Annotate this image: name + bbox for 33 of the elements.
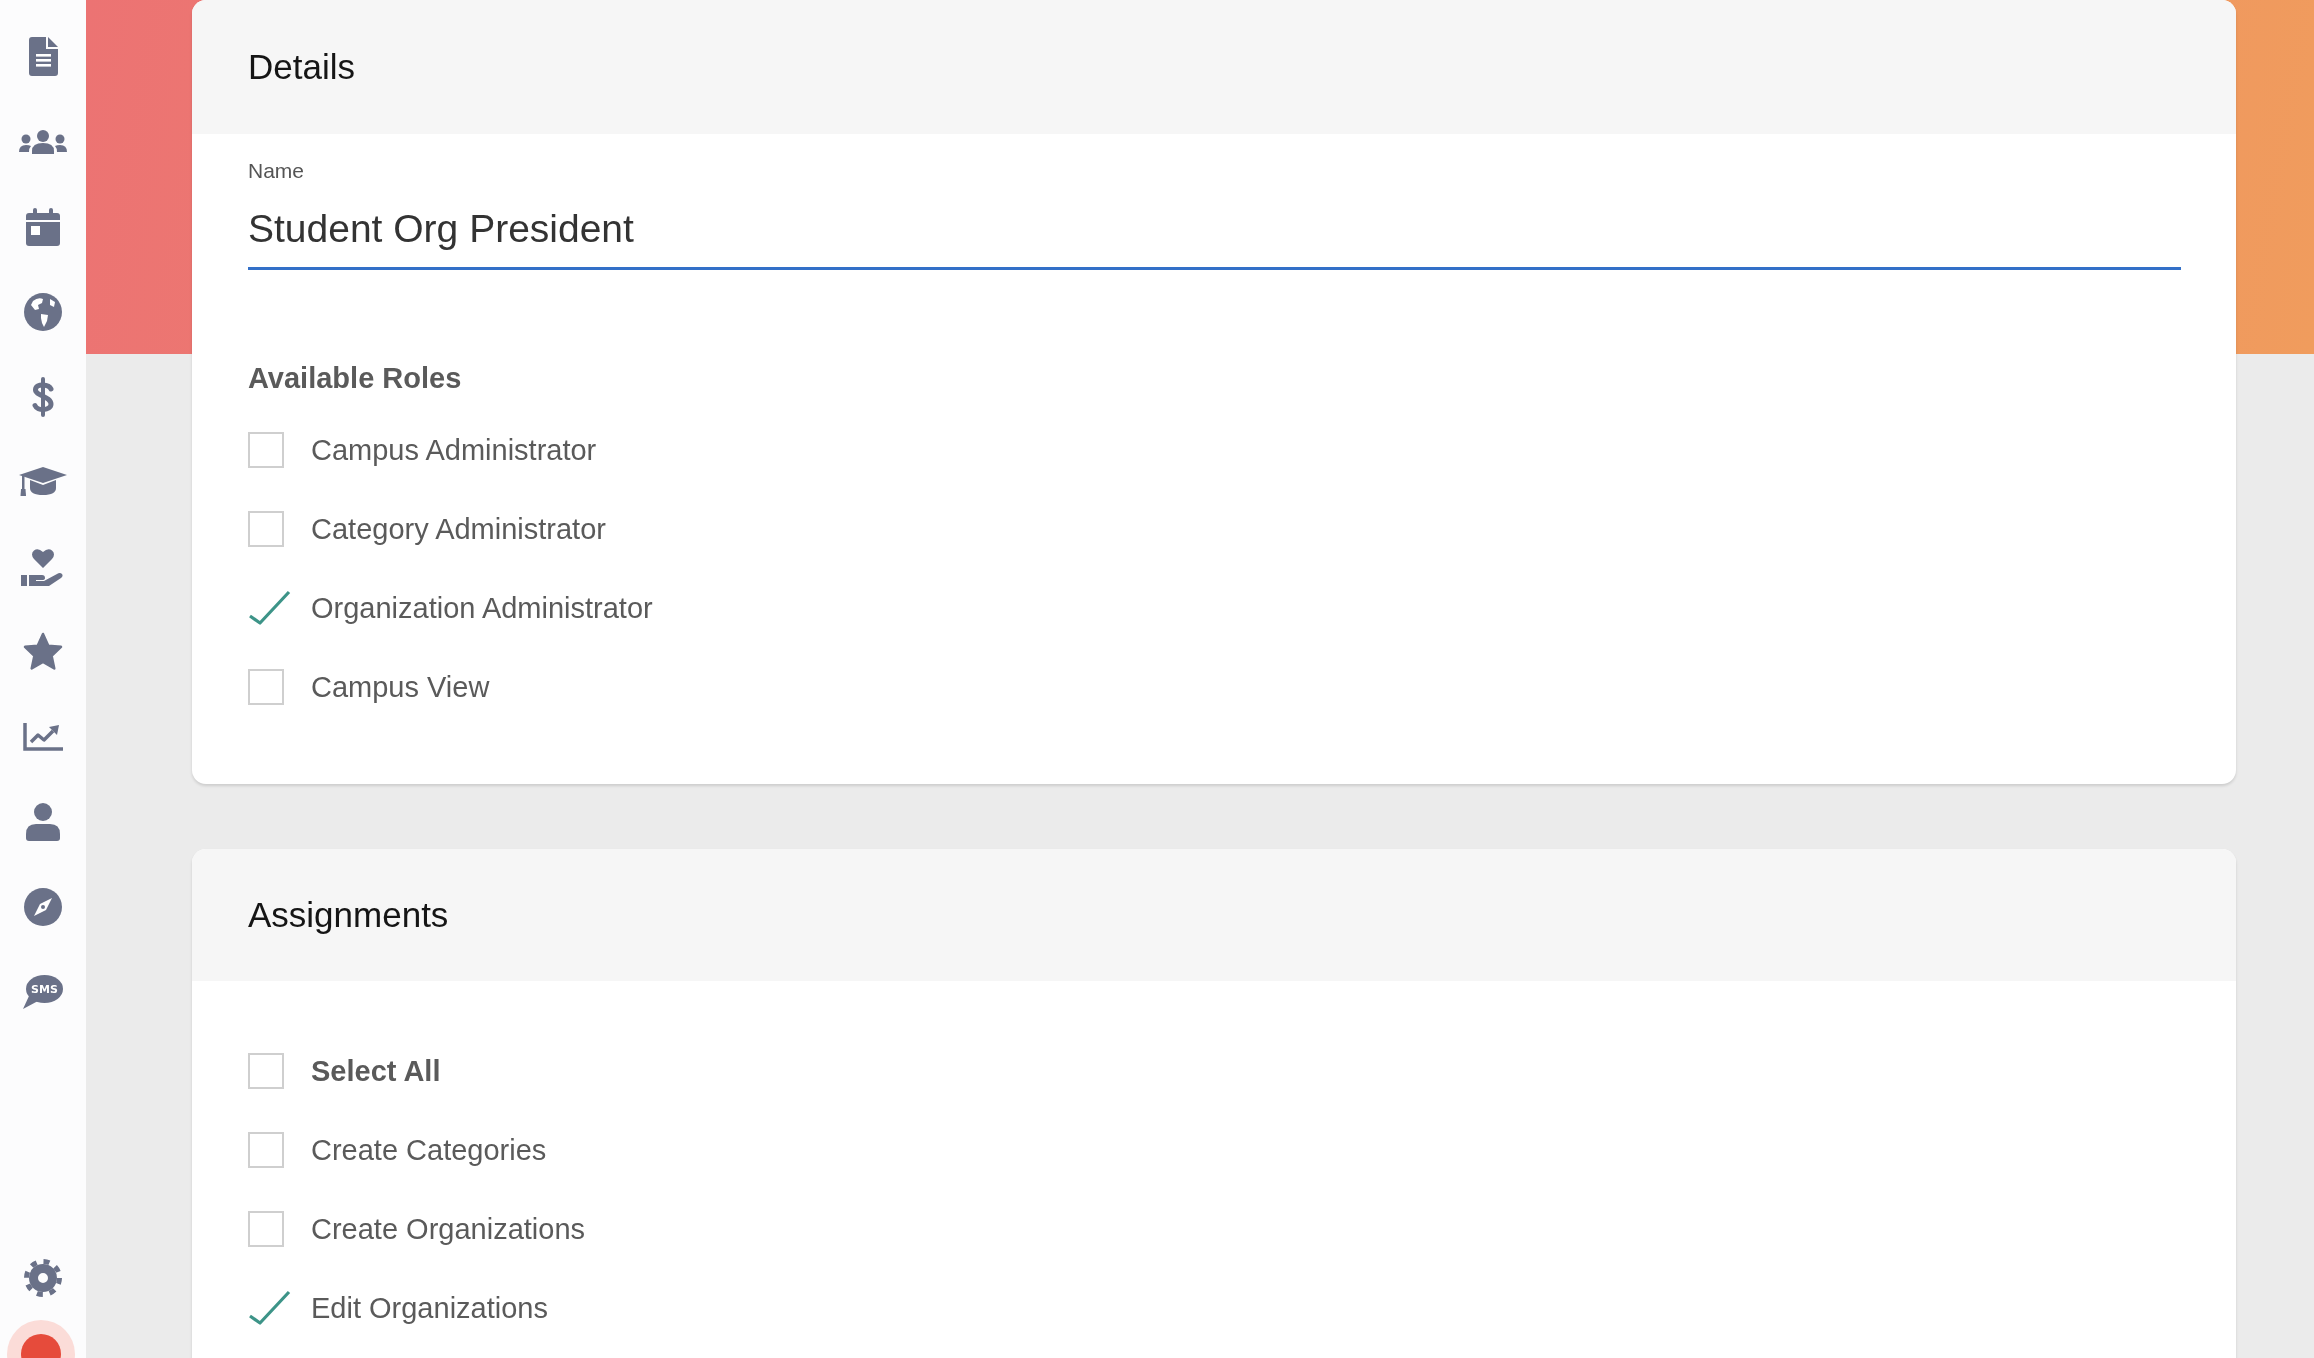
card-title: Assignments bbox=[248, 894, 449, 936]
checkmark-icon[interactable] bbox=[248, 1290, 291, 1325]
hand-heart-icon[interactable] bbox=[21, 547, 65, 586]
users-icon[interactable] bbox=[19, 129, 67, 154]
star-icon[interactable] bbox=[22, 631, 64, 672]
checkbox-label: Campus Administrator bbox=[311, 432, 597, 467]
checkbox-label: Create Organizations bbox=[311, 1211, 586, 1246]
checkbox-label: Create Categories bbox=[311, 1132, 547, 1167]
dollar-icon[interactable] bbox=[31, 376, 55, 417]
checkmark-icon[interactable] bbox=[248, 590, 291, 625]
checkbox[interactable] bbox=[248, 510, 284, 547]
checkbox-label: Organization Administrator bbox=[311, 590, 653, 625]
checkbox[interactable] bbox=[248, 1131, 284, 1168]
document-icon[interactable] bbox=[28, 37, 58, 76]
section-heading: Available Roles bbox=[248, 361, 462, 395]
checkbox[interactable] bbox=[248, 668, 284, 705]
compass-icon[interactable] bbox=[24, 887, 62, 926]
checkbox-label: Campus View bbox=[311, 669, 490, 704]
checkbox-label: Select All bbox=[311, 1053, 441, 1088]
person-icon[interactable] bbox=[26, 802, 60, 841]
calendar-icon[interactable] bbox=[26, 207, 60, 246]
graduation-cap-icon[interactable] bbox=[19, 466, 67, 497]
checkbox-label: Category Administrator bbox=[311, 511, 606, 546]
checkbox-label: Edit Organizations bbox=[311, 1290, 548, 1325]
checkbox[interactable] bbox=[248, 1052, 284, 1089]
checkbox[interactable] bbox=[248, 431, 284, 468]
card-title: Details bbox=[248, 46, 355, 88]
settings-icon[interactable] bbox=[24, 1258, 62, 1297]
name-field[interactable]: Student Org President bbox=[248, 206, 2181, 270]
checkbox[interactable] bbox=[248, 1210, 284, 1247]
globe-icon[interactable] bbox=[24, 292, 62, 331]
field-label: Name bbox=[248, 159, 305, 183]
line-chart-icon[interactable] bbox=[23, 722, 63, 751]
